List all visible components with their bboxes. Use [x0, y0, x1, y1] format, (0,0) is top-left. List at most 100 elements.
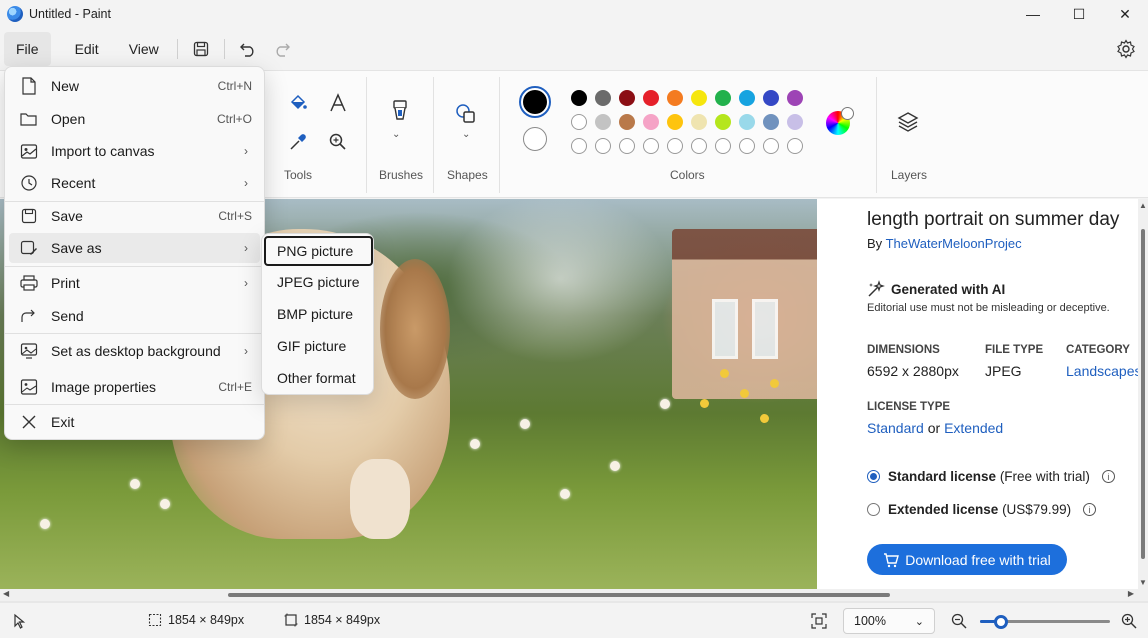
color-swatch[interactable]	[667, 114, 683, 130]
color-swatch[interactable]	[643, 114, 659, 130]
panel-title: length portrait on summer day	[867, 209, 1120, 230]
fit-to-window-icon[interactable]	[811, 613, 827, 629]
secondary-color-selector[interactable]	[523, 127, 547, 151]
extended-license-radio[interactable]	[867, 503, 880, 516]
zoom-out-icon[interactable]	[951, 613, 967, 629]
file-menu-recent[interactable]: Recent ›	[9, 168, 260, 198]
brush-dropdown-chevron-icon[interactable]: ⌄	[392, 129, 400, 140]
color-swatch[interactable]	[715, 114, 731, 130]
save-icon	[19, 206, 39, 226]
menu-edit[interactable]: Edit	[63, 32, 111, 66]
zoom-in-icon[interactable]	[1121, 613, 1137, 629]
custom-color-slot[interactable]	[667, 138, 683, 154]
custom-color-slot[interactable]	[691, 138, 707, 154]
info-icon[interactable]: i	[1101, 470, 1115, 483]
close-button[interactable]: ✕	[1102, 0, 1148, 28]
color-swatch[interactable]	[619, 114, 635, 130]
zoom-level-dropdown[interactable]: 100% ⌄	[843, 608, 935, 634]
shapes-dropdown-chevron-icon[interactable]: ⌄	[462, 129, 470, 140]
download-free-trial-button[interactable]: Download free with trial	[867, 544, 1067, 575]
file-menu-send[interactable]: Send	[9, 301, 260, 331]
save-as-gif[interactable]: GIF picture	[264, 331, 373, 361]
scroll-up-arrow-icon[interactable]: ▲	[1139, 201, 1147, 210]
menu-view[interactable]: View	[117, 32, 171, 66]
color-swatch[interactable]	[691, 90, 707, 106]
shapes-icon[interactable]	[453, 101, 479, 127]
color-swatch[interactable]	[715, 90, 731, 106]
custom-color-slot[interactable]	[763, 138, 779, 154]
settings-gear-icon[interactable]	[1116, 39, 1136, 62]
fill-bucket-icon[interactable]	[285, 90, 311, 116]
menu-file[interactable]: File	[4, 32, 51, 66]
save-as-other-format[interactable]: Other format	[264, 363, 373, 393]
color-swatch[interactable]	[595, 114, 611, 130]
filetype-value: JPEG	[985, 363, 1022, 379]
color-swatch[interactable]	[571, 114, 587, 130]
vertical-scroll-thumb[interactable]	[1141, 229, 1145, 559]
zoom-slider-handle[interactable]	[993, 615, 1008, 629]
file-menu-exit[interactable]: Exit	[9, 407, 260, 437]
primary-color-selector[interactable]	[519, 86, 551, 118]
redo-icon[interactable]	[265, 32, 299, 66]
custom-color-slot[interactable]	[619, 138, 635, 154]
file-menu-save-as[interactable]: Save as ›	[9, 233, 260, 263]
file-menu-import-to-canvas[interactable]: Import to canvas ›	[9, 136, 260, 166]
extended-license-link[interactable]: Extended	[944, 420, 1003, 436]
filetype-label: FILE TYPE	[985, 344, 1044, 356]
custom-color-slot[interactable]	[571, 138, 587, 154]
vertical-scrollbar[interactable]: ▲ ▼	[1138, 199, 1148, 589]
brush-icon[interactable]	[387, 99, 413, 125]
file-menu-open[interactable]: Open Ctrl+O	[9, 104, 260, 134]
color-swatch[interactable]	[667, 90, 683, 106]
color-swatch[interactable]	[763, 90, 779, 106]
custom-color-slot[interactable]	[787, 138, 803, 154]
text-tool-icon[interactable]	[325, 90, 351, 116]
save-as-png[interactable]: PNG picture	[264, 236, 373, 266]
color-swatch[interactable]	[595, 90, 611, 106]
file-menu-new[interactable]: New Ctrl+N	[9, 71, 260, 101]
color-swatch[interactable]	[739, 90, 755, 106]
category-link[interactable]: Landscapes	[1066, 363, 1138, 379]
standard-license-radio[interactable]	[867, 470, 880, 483]
file-menu-print[interactable]: Print ›	[9, 268, 260, 298]
horizontal-scroll-thumb[interactable]	[228, 593, 890, 597]
color-swatch[interactable]	[619, 90, 635, 106]
file-menu-image-properties[interactable]: Image properties Ctrl+E	[9, 372, 260, 402]
color-swatch[interactable]	[643, 90, 659, 106]
scroll-right-arrow-icon[interactable]: ▶	[1128, 589, 1134, 598]
layers-icon[interactable]	[895, 109, 921, 135]
info-icon[interactable]: i	[1083, 503, 1097, 516]
undo-icon[interactable]	[231, 32, 265, 66]
author-link[interactable]: TheWaterMeloonProjec	[886, 236, 1022, 251]
minimize-button[interactable]: —	[1010, 0, 1056, 28]
color-swatch[interactable]	[787, 114, 803, 130]
save-as-jpeg[interactable]: JPEG picture	[264, 267, 373, 297]
color-swatch[interactable]	[763, 114, 779, 130]
file-menu-save[interactable]: Save Ctrl+S	[9, 201, 260, 231]
magnifier-icon[interactable]	[325, 129, 351, 155]
edit-colors-wheel-icon[interactable]	[826, 107, 854, 135]
license-type-value: Standard or Extended	[867, 420, 1004, 436]
color-swatch[interactable]	[691, 114, 707, 130]
horizontal-scrollbar[interactable]: ◀ ▶	[0, 589, 1148, 601]
extended-license-option[interactable]: Extended license (US$79.99) i	[867, 502, 1097, 517]
color-swatch[interactable]	[571, 90, 587, 106]
primary-color-swatch	[523, 90, 547, 114]
custom-color-slot[interactable]	[595, 138, 611, 154]
custom-color-slot[interactable]	[643, 138, 659, 154]
file-menu-set-desktop-background[interactable]: Set as desktop background ›	[9, 336, 260, 366]
photo-dog-leg	[350, 459, 410, 539]
save-as-bmp[interactable]: BMP picture	[264, 299, 373, 329]
scroll-down-arrow-icon[interactable]: ▼	[1139, 578, 1147, 587]
custom-color-slot[interactable]	[739, 138, 755, 154]
standard-license-link[interactable]: Standard	[867, 420, 924, 436]
scroll-left-arrow-icon[interactable]: ◀	[3, 589, 9, 598]
dimensions-value: 6592 x 2880px	[867, 363, 959, 379]
color-picker-icon[interactable]	[285, 129, 311, 155]
color-swatch[interactable]	[739, 114, 755, 130]
maximize-button[interactable]: ☐	[1056, 0, 1102, 28]
standard-license-option[interactable]: Standard license (Free with trial) i	[867, 469, 1115, 484]
color-swatch[interactable]	[787, 90, 803, 106]
custom-color-slot[interactable]	[715, 138, 731, 154]
save-icon[interactable]	[184, 32, 218, 66]
